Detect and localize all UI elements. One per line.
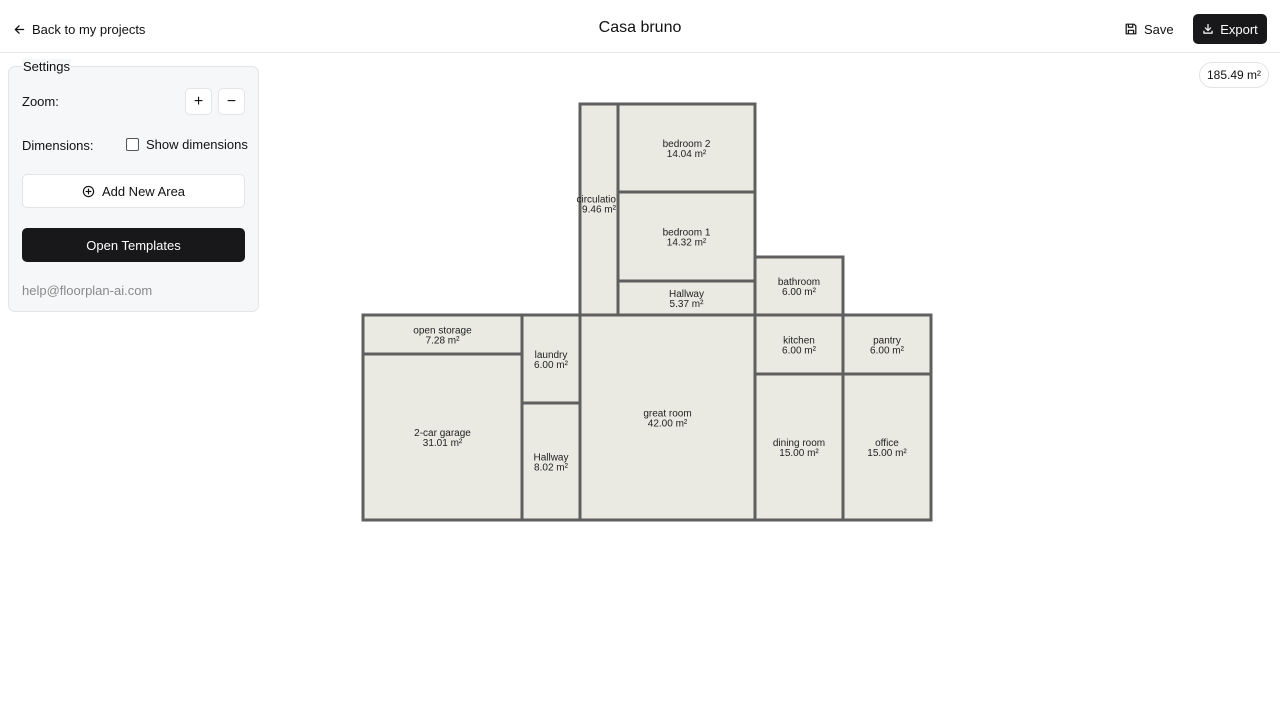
room-garage[interactable]: 2-car garage31.01 m² [361, 352, 524, 522]
top-bar: Back to my projects Casa bruno Save Expo… [0, 0, 1280, 53]
back-to-projects-link[interactable]: Back to my projects [13, 19, 145, 39]
checkbox-box[interactable] [126, 138, 139, 151]
page-title: Casa bruno [598, 19, 682, 36]
room-kitchen[interactable]: kitchen6.00 m² [753, 313, 845, 376]
room-office[interactable]: office15.00 m² [841, 372, 933, 522]
zoom-in-button[interactable]: + [185, 88, 212, 115]
room-pantry[interactable]: pantry6.00 m² [841, 313, 933, 376]
room-hallway-lower[interactable]: Hallway8.02 m² [520, 401, 582, 522]
zoom-out-button[interactable]: − [218, 88, 245, 115]
room-shape[interactable] [616, 279, 757, 317]
export-button[interactable]: Export [1193, 14, 1267, 44]
zoom-label: Zoom: [22, 94, 59, 109]
room-shape[interactable] [841, 313, 933, 376]
room-bathroom[interactable]: bathroom6.00 m² [753, 255, 845, 317]
room-shape[interactable] [520, 313, 582, 405]
room-shape[interactable] [361, 352, 524, 522]
room-shape[interactable] [616, 190, 757, 283]
room-bedroom-1[interactable]: bedroom 114.32 m² [616, 190, 757, 283]
settings-panel: Settings Zoom: + − Dimensions: Show dime… [8, 59, 259, 312]
total-area-badge: 185.49 m² [1199, 62, 1269, 88]
dimensions-label: Dimensions: [22, 138, 94, 153]
room-bedroom-2[interactable]: bedroom 214.04 m² [616, 102, 757, 194]
back-link-label: Back to my projects [32, 21, 146, 37]
arrow-left-icon [14, 24, 25, 34]
export-label: Export [1220, 21, 1258, 37]
room-shape[interactable] [520, 401, 582, 522]
rooms-layer: circulation9.46 m²bedroom 214.04 m²bedro… [361, 102, 933, 522]
room-shape[interactable] [753, 372, 845, 522]
page-title-wrap: Casa bruno [0, 19, 1280, 37]
room-dining-room[interactable]: dining room15.00 m² [753, 372, 845, 522]
settings-legend: Settings [22, 59, 71, 74]
room-great-room[interactable]: great room42.00 m² [578, 313, 757, 522]
room-shape[interactable] [361, 313, 524, 356]
open-templates-button[interactable]: Open Templates [22, 228, 245, 262]
download-icon [1203, 23, 1213, 34]
save-icon [1125, 23, 1137, 35]
room-hallway-upper[interactable]: Hallway5.37 m² [616, 279, 757, 317]
room-shape[interactable] [578, 102, 620, 317]
save-label: Save [1144, 21, 1174, 37]
save-button[interactable]: Save [1116, 17, 1182, 41]
show-dimensions-checkbox[interactable]: Show dimensions [126, 137, 248, 152]
room-shape[interactable] [841, 372, 933, 522]
show-dimensions-label: Show dimensions [146, 137, 248, 152]
room-open-storage[interactable]: open storage7.28 m² [361, 313, 524, 356]
add-new-area-button[interactable]: Add New Area [22, 174, 245, 208]
room-shape[interactable] [753, 255, 845, 317]
plus-circle-icon [82, 185, 95, 197]
add-new-area-label: Add New Area [101, 183, 186, 199]
room-shape[interactable] [616, 102, 757, 194]
room-circulation[interactable]: circulation9.46 m² [576, 102, 622, 317]
room-shape[interactable] [578, 313, 757, 522]
room-laundry[interactable]: laundry6.00 m² [520, 313, 582, 405]
room-shape[interactable] [753, 313, 845, 376]
help-email[interactable]: help@floorplan-ai.com [22, 283, 152, 298]
